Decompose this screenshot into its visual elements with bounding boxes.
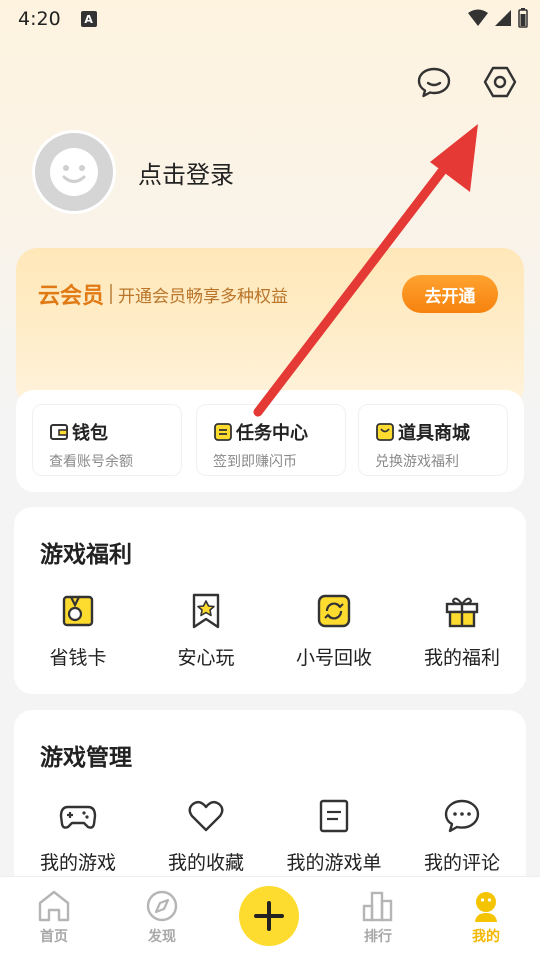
vip-title: 云会员 <box>38 284 105 309</box>
header-actions <box>416 64 518 100</box>
plus-icon <box>254 901 284 931</box>
my-favorites-entry[interactable]: 我的收藏 <box>142 796 270 875</box>
heart-icon <box>188 800 224 832</box>
wallet-subtitle: 查看账号余额 <box>49 454 133 470</box>
vip-banner: 云会员 开通会员畅享多种权益 去开通 <box>16 248 524 408</box>
coin-card-icon <box>62 595 94 627</box>
wallet-icon <box>50 424 68 440</box>
star-bookmark-icon <box>192 593 220 629</box>
profile-login[interactable]: 点击登录 <box>32 130 234 214</box>
hexagon-settings-icon[interactable] <box>482 64 518 100</box>
alt-account-recycle-label: 小号回收 <box>295 647 372 669</box>
my-game-list-label: 我的游戏单 <box>286 852 382 874</box>
tab-discover-label: 发现 <box>148 929 176 945</box>
gamepad-icon <box>59 805 97 829</box>
game-management-card: 游戏管理 我的游戏 我的收藏 我的游戏单 我的评论 <box>14 710 526 890</box>
task-center-entry[interactable]: 任务中心 签到即赚闪币 <box>196 404 346 476</box>
tab-home[interactable]: 首页 <box>0 889 108 946</box>
wallet-title: 钱包 <box>72 423 108 444</box>
comment-icon <box>444 799 480 833</box>
signal-icon <box>495 10 511 26</box>
my-welfare-label: 我的福利 <box>423 647 500 669</box>
my-comments-entry[interactable]: 我的评论 <box>398 796 526 875</box>
my-game-list-entry[interactable]: 我的游戏单 <box>270 796 398 875</box>
default-avatar-face-icon <box>50 148 98 196</box>
wallet-entry[interactable]: 钱包 查看账号余额 <box>32 404 182 476</box>
vip-description: 开通会员畅享多种权益 <box>118 286 289 307</box>
publish-plus-button[interactable] <box>239 886 299 946</box>
tab-me-label: 我的 <box>472 929 500 945</box>
my-comments-label: 我的评论 <box>423 852 500 874</box>
prop-shop-subtitle: 兑换游戏福利 <box>375 454 459 470</box>
recycle-icon <box>317 594 351 628</box>
my-favorites-label: 我的收藏 <box>167 852 244 874</box>
task-icon <box>214 423 232 441</box>
chat-bubble-icon[interactable] <box>416 64 452 100</box>
task-center-subtitle: 签到即赚闪币 <box>213 454 297 470</box>
list-doc-icon <box>319 799 349 833</box>
wifi-icon <box>468 9 488 26</box>
tab-me[interactable]: 我的 <box>432 889 540 946</box>
tab-discover[interactable]: 发现 <box>108 889 216 946</box>
status-time: 4:20 <box>18 8 61 30</box>
save-money-card-label: 省钱卡 <box>49 647 107 669</box>
alt-account-recycle-entry[interactable]: 小号回收 <box>270 591 398 670</box>
my-welfare-entry[interactable]: 我的福利 <box>398 591 526 670</box>
ranking-icon <box>362 891 393 922</box>
notification-a-icon: A <box>80 11 97 27</box>
prop-shop-title: 道具商城 <box>398 423 470 444</box>
my-games-entry[interactable]: 我的游戏 <box>14 796 142 875</box>
my-games-label: 我的游戏 <box>39 852 116 874</box>
open-vip-button[interactable]: 去开通 <box>402 275 498 313</box>
safe-play-entry[interactable]: 安心玩 <box>142 591 270 670</box>
gift-icon <box>445 597 479 628</box>
safe-play-label: 安心玩 <box>177 647 235 669</box>
game-welfare-card: 游戏福利 省钱卡 安心玩 小号回收 我的福利 <box>14 507 526 694</box>
vip-divider <box>110 284 113 304</box>
avatar[interactable] <box>32 130 116 214</box>
login-label[interactable]: 点击登录 <box>138 155 234 190</box>
compass-icon <box>146 890 178 922</box>
game-welfare-title: 游戏福利 <box>40 542 132 568</box>
save-money-card-entry[interactable]: 省钱卡 <box>14 591 142 670</box>
game-management-title: 游戏管理 <box>40 745 132 771</box>
status-bar: 4:20 A <box>0 0 540 38</box>
quick-entry-card: 钱包 查看账号余额 任务中心 签到即赚闪币 道具商城 兑换游戏福利 <box>16 390 524 492</box>
shop-bag-icon <box>376 423 394 441</box>
prop-shop-entry[interactable]: 道具商城 兑换游戏福利 <box>358 404 508 476</box>
task-center-title: 任务中心 <box>236 423 308 444</box>
battery-icon <box>518 8 528 28</box>
tab-home-label: 首页 <box>40 929 68 945</box>
home-icon <box>38 890 70 922</box>
tab-ranking[interactable]: 排行 <box>324 889 432 946</box>
tab-ranking-label: 排行 <box>364 929 392 945</box>
me-icon <box>475 892 497 922</box>
status-icons <box>468 8 528 28</box>
